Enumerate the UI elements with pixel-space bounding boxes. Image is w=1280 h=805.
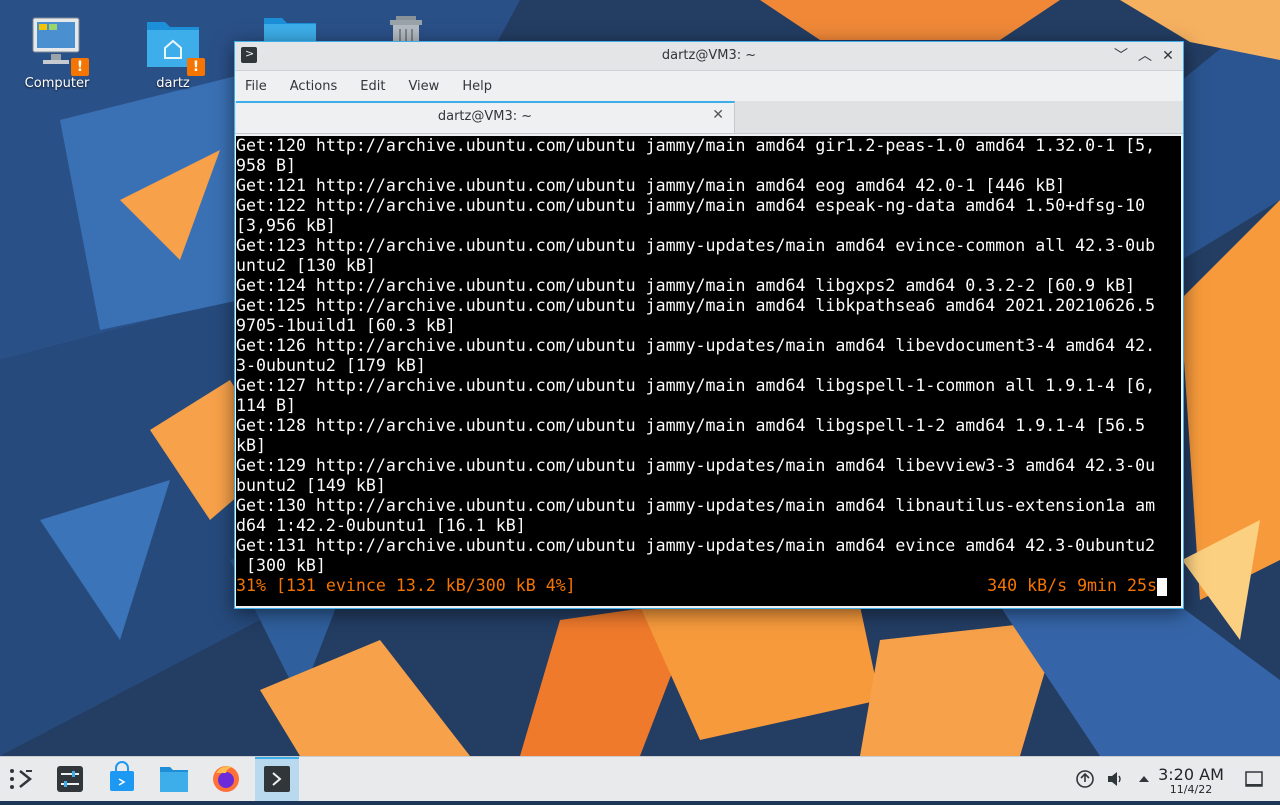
maximize-button[interactable]: ︿ — [1135, 46, 1155, 66]
menu-view[interactable]: View — [400, 79, 447, 94]
minimize-button[interactable]: ﹀ — [1111, 46, 1131, 66]
show-desktop-icon[interactable] — [1244, 769, 1264, 789]
terminal-line: 3-0ubuntu2 [179 kB] — [236, 356, 426, 375]
tab-label: dartz@VM3: ~ — [437, 109, 533, 124]
terminal-line: [300 kB] — [236, 556, 326, 575]
text-cursor — [1157, 578, 1167, 596]
terminal-line: Get:131 http://archive.ubuntu.com/ubuntu… — [236, 536, 1156, 555]
warning-badge: ! — [71, 58, 89, 76]
menu-file[interactable]: File — [237, 79, 275, 94]
expand-tray-icon[interactable] — [1134, 769, 1154, 789]
menu-help[interactable]: Help — [454, 79, 500, 94]
terminal-line: [3,956 kB] — [236, 216, 336, 235]
close-button[interactable]: ✕ — [1158, 46, 1178, 66]
discover-store-icon — [110, 761, 134, 791]
firefox-icon — [213, 766, 239, 792]
terminal-line: Get:121 http://archive.ubuntu.com/ubuntu… — [236, 176, 1066, 195]
desktop-icon-computer[interactable]: ! Computer — [12, 14, 102, 91]
terminal-line: kB] — [236, 436, 266, 455]
terminal-line: Get:128 http://archive.ubuntu.com/ubuntu… — [236, 416, 1146, 435]
desktop-icon-dartz[interactable]: ! dartz — [128, 14, 218, 91]
terminal-line: Get:127 http://archive.ubuntu.com/ubuntu… — [236, 376, 1156, 395]
firefox-button[interactable] — [204, 757, 248, 801]
terminal-output[interactable]: Get:120 http://archive.ubuntu.com/ubuntu… — [236, 136, 1181, 606]
file-manager-icon — [160, 767, 188, 792]
konsole-icon — [264, 766, 290, 792]
terminal-line: Get:122 http://archive.ubuntu.com/ubuntu… — [236, 196, 1146, 215]
system-settings-icon — [57, 766, 83, 792]
clock-date[interactable]: 11/4/22 — [1158, 783, 1224, 796]
terminal-line: 958 B] — [236, 156, 296, 175]
terminal-line: 114 B] — [236, 396, 296, 415]
menu-bar: File Actions Edit View Help — [235, 71, 1183, 101]
file-manager-button[interactable] — [152, 757, 196, 801]
warning-badge: ! — [187, 58, 205, 76]
system-settings-button[interactable] — [48, 757, 92, 801]
taskbar: 3:20 AM 11/4/22 — [0, 756, 1280, 801]
terminal-line: Get:129 http://archive.ubuntu.com/ubuntu… — [236, 456, 1156, 475]
konsole-taskbar-button[interactable] — [255, 757, 299, 801]
apt-progress-line: 31% [131 evince 13.2 kB/300 kB 4%] 340 k… — [236, 576, 1181, 596]
terminal-line: d64 1:42.2-0ubuntu1 [16.1 kB] — [236, 516, 526, 535]
window-titlebar[interactable]: > dartz@VM3: ~ ﹀ ︿ ✕ — [235, 42, 1183, 71]
terminal-line: Get:124 http://archive.ubuntu.com/ubuntu… — [236, 276, 1136, 295]
tab-bar: dartz@VM3: ~ ✕ — [235, 101, 1183, 134]
menu-edit[interactable]: Edit — [352, 79, 393, 94]
clock-time[interactable]: 3:20 AM — [1158, 765, 1224, 784]
volume-icon[interactable] — [1105, 769, 1125, 789]
desktop-icon-label: dartz — [156, 76, 190, 91]
terminal-line: 9705-1build1 [60.3 kB] — [236, 316, 456, 335]
terminal-window[interactable]: > dartz@VM3: ~ ﹀ ︿ ✕ File Actions Edit V… — [234, 41, 1184, 609]
terminal-lines: Get:120 http://archive.ubuntu.com/ubuntu… — [236, 136, 1181, 576]
menu-actions[interactable]: Actions — [282, 79, 346, 94]
application-launcher-icon — [10, 769, 33, 789]
application-launcher-button[interactable] — [0, 757, 44, 801]
terminal-line: Get:125 http://archive.ubuntu.com/ubuntu… — [236, 296, 1156, 315]
close-tab-icon[interactable]: ✕ — [712, 107, 724, 123]
network-updates-icon[interactable] — [1075, 769, 1095, 789]
discover-store-button[interactable] — [100, 757, 144, 801]
terminal-line: Get:123 http://archive.ubuntu.com/ubuntu… — [236, 236, 1156, 255]
terminal-tab[interactable]: dartz@VM3: ~ ✕ — [236, 101, 735, 133]
terminal-line: untu2 [130 kB] — [236, 256, 376, 275]
download-speed: 340 kB/s 9min 25s — [987, 576, 1157, 595]
terminal-line: Get:126 http://archive.ubuntu.com/ubuntu… — [236, 336, 1156, 355]
terminal-line: buntu2 [149 kB] — [236, 476, 386, 495]
window-title: dartz@VM3: ~ — [661, 48, 757, 63]
desktop-icon-label: Computer — [24, 76, 90, 91]
terminal-line: Get:130 http://archive.ubuntu.com/ubuntu… — [236, 496, 1156, 515]
progress-status: 31% [131 evince 13.2 kB/300 kB 4%] — [236, 576, 576, 595]
terminal-line: Get:120 http://archive.ubuntu.com/ubuntu… — [236, 136, 1156, 155]
